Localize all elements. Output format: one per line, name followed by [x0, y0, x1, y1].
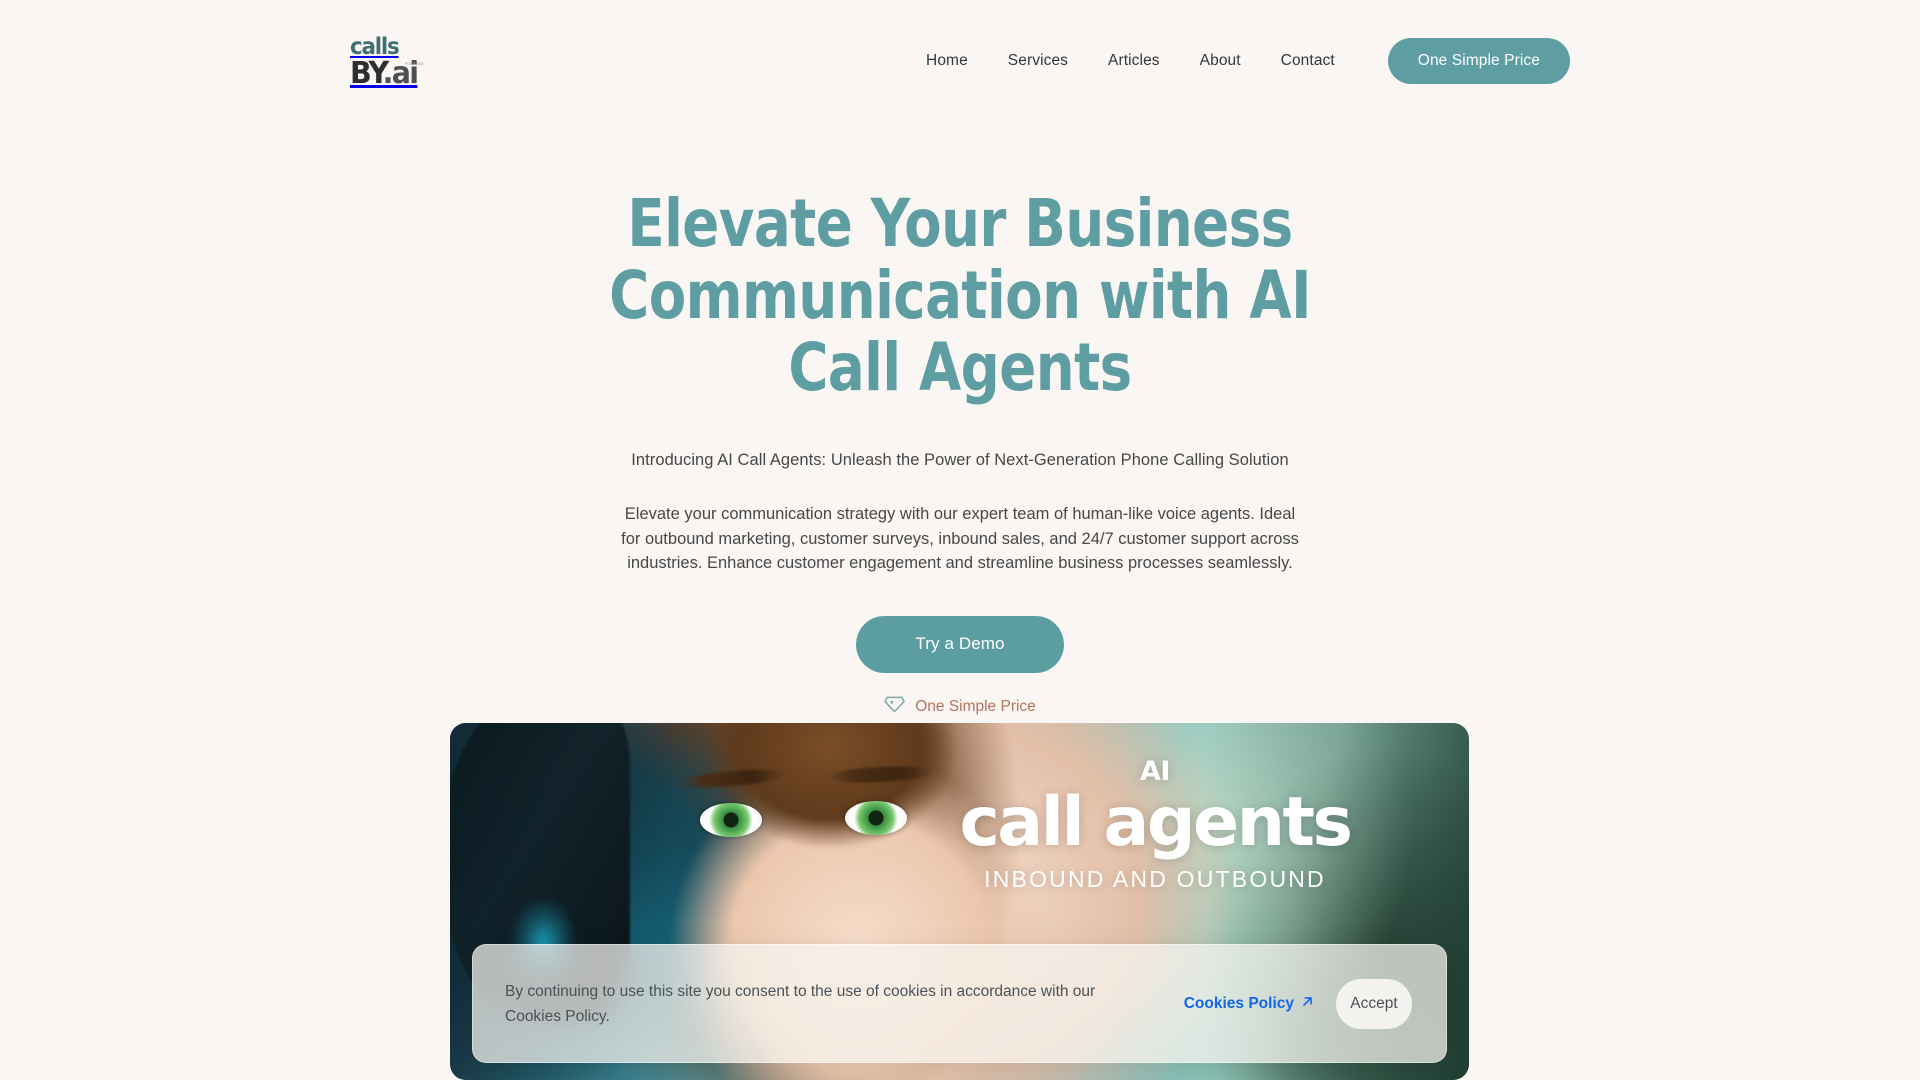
site-logo[interactable]: calls BY.ai POWERED	[350, 36, 436, 92]
cookie-message: By continuing to use this site you conse…	[505, 982, 1096, 1025]
nav-item-articles[interactable]: Articles	[1088, 52, 1180, 70]
cookies-policy-label: Cookies Policy	[1183, 994, 1294, 1012]
overlay-subline: INBOUND AND OUTBOUND	[984, 866, 1326, 892]
cookies-policy-link[interactable]: Cookies Policy	[1184, 995, 1314, 1013]
gem-icon	[884, 695, 905, 719]
header-one-simple-price-button[interactable]: One Simple Price	[1387, 38, 1570, 84]
cookie-actions: Cookies Policy Accept	[1184, 978, 1412, 1029]
hero-section: Elevate Your Business Communication with…	[0, 128, 1920, 719]
page-title: Elevate Your Business Communication with…	[609, 185, 1311, 406]
site-header: calls BY.ai POWERED Home Services Articl…	[0, 0, 1920, 128]
hero-image-overlay-text: AI call agents INBOUND AND OUTBOUND	[920, 758, 1390, 893]
nav-item-services[interactable]: Services	[988, 52, 1088, 70]
nav-item-home[interactable]: Home	[906, 52, 988, 70]
cookie-consent-banner: By continuing to use this site you conse…	[472, 944, 1447, 1063]
hero-subtitle: Introducing AI Call Agents: Unleash the …	[631, 451, 1289, 469]
logo-microtext: POWERED	[405, 62, 424, 66]
nav-item-about[interactable]: About	[1180, 52, 1261, 70]
nav-item-contact[interactable]: Contact	[1261, 52, 1355, 70]
overlay-eyebrow: AI	[1140, 756, 1170, 787]
accept-cookies-button[interactable]: Accept	[1336, 978, 1412, 1029]
external-link-arrow-icon	[1301, 995, 1314, 1013]
hero-body-paragraph: Elevate your communication strategy with…	[621, 505, 1299, 572]
overlay-headline: call agents	[959, 783, 1353, 862]
try-a-demo-button[interactable]: Try a Demo	[856, 615, 1064, 673]
main-navigation: Home Services Articles About Contact One…	[906, 38, 1570, 84]
logo-text-calls: calls	[350, 34, 400, 60]
hero-actions: Try a Demo One Simple Price	[0, 615, 1920, 719]
one-simple-price-link[interactable]: One Simple Price	[884, 695, 1036, 719]
one-simple-price-label: One Simple Price	[915, 697, 1036, 715]
